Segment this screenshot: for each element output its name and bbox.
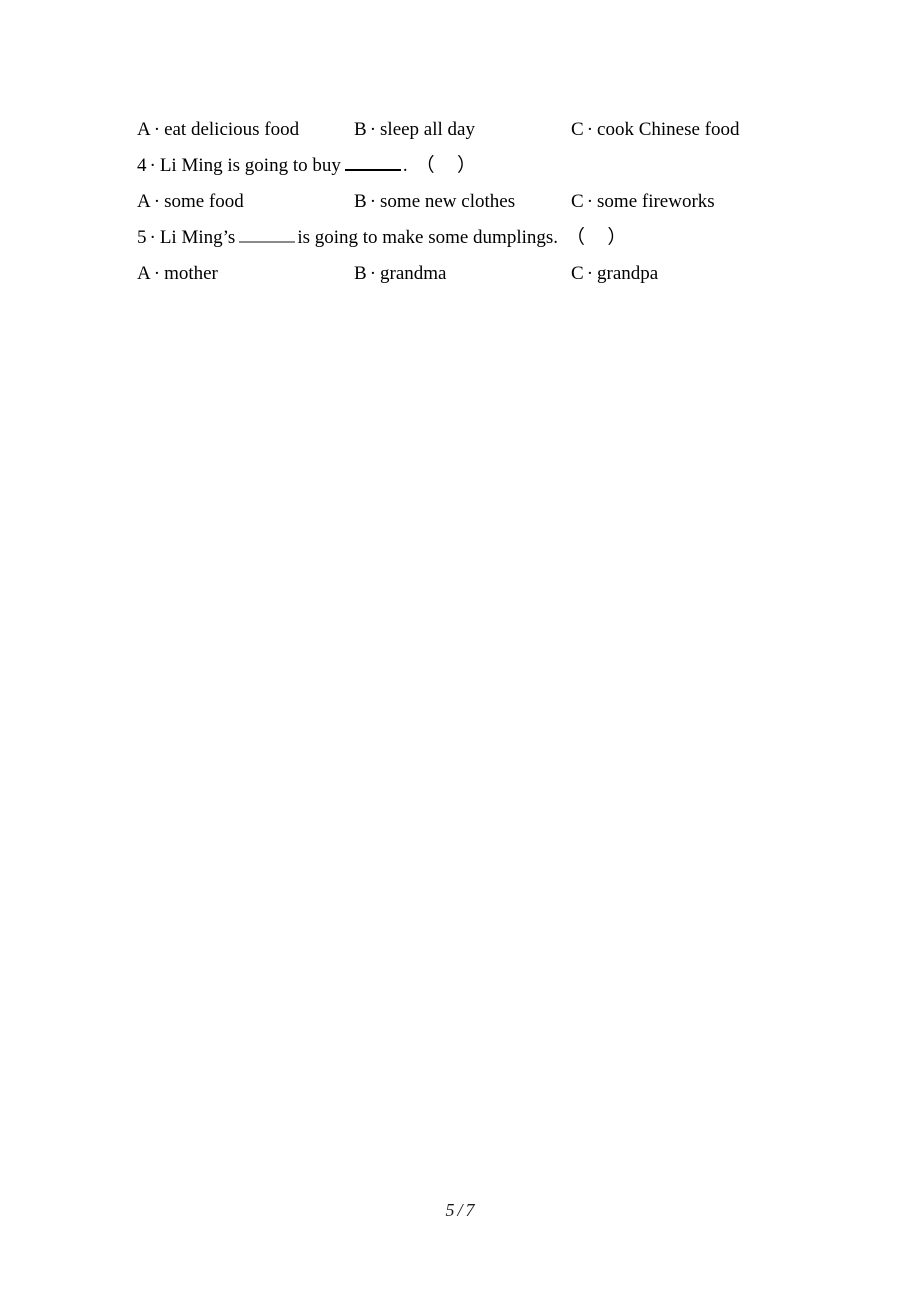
option-text: cook Chinese food	[597, 119, 740, 140]
question-4: 4 · Li Ming is going to buy. （）	[137, 148, 797, 184]
page-number-separator: /	[457, 1200, 463, 1220]
option-separator: ·	[369, 119, 377, 140]
option-a[interactable]: A · eat delicious food	[137, 112, 299, 148]
paren-open: （	[566, 227, 586, 248]
question-number: 4	[137, 155, 147, 176]
page-number-total: 7	[465, 1200, 475, 1220]
option-b[interactable]: B · some new clothes	[354, 184, 515, 220]
option-separator: ·	[369, 263, 377, 284]
answer-blank[interactable]	[239, 227, 296, 243]
option-a[interactable]: A · mother	[137, 256, 218, 292]
option-text: grandma	[380, 263, 447, 284]
option-c[interactable]: C · some fireworks	[571, 184, 715, 220]
option-text: some food	[164, 191, 244, 212]
question-5: 5 · Li Ming’s is going to make some dumplin…	[137, 220, 797, 256]
paren-open: （	[415, 155, 436, 176]
answer-parenthesis[interactable]: （）	[408, 148, 477, 184]
option-c[interactable]: C · grandpa	[571, 256, 658, 292]
option-letter: C	[571, 263, 584, 284]
exam-question-list: A · eat delicious food B · sleep all day C · c…	[137, 112, 797, 292]
page-footer: 5/7	[0, 1200, 920, 1221]
answer-parenthesis[interactable]: （）	[558, 220, 627, 256]
answer-blank[interactable]	[344, 155, 401, 171]
option-letter: A	[137, 263, 151, 284]
option-letter: B	[354, 263, 367, 284]
options-row-3: A · eat delicious food B · sleep all day C · c…	[137, 112, 797, 148]
option-letter: B	[354, 119, 367, 140]
option-text: eat delicious food	[164, 119, 300, 140]
option-text: sleep all day	[380, 119, 475, 140]
question-text-before: Li Ming’s	[159, 227, 236, 248]
question-text-before: Li Ming is going to buy	[159, 155, 341, 176]
option-c[interactable]: C · cook Chinese food	[571, 112, 740, 148]
option-separator: ·	[586, 263, 594, 284]
options-row-5: A · mother B · grandma C · grandpa	[137, 256, 797, 292]
options-row-4: A · some food B · some new clothes C · some fi…	[137, 184, 797, 220]
option-letter: B	[354, 191, 367, 212]
option-text: grandpa	[597, 263, 659, 284]
option-text: some new clothes	[380, 191, 516, 212]
option-separator: ·	[153, 263, 161, 284]
question-separator: ·	[149, 227, 156, 248]
option-text: some fireworks	[597, 191, 715, 212]
paren-close: ）	[607, 227, 627, 248]
option-letter: A	[137, 191, 151, 212]
option-a[interactable]: A · some food	[137, 184, 244, 220]
option-separator: ·	[153, 119, 161, 140]
option-b[interactable]: B · sleep all day	[354, 112, 475, 148]
document-page: A · eat delicious food B · sleep all day C · c…	[0, 0, 920, 1302]
option-text: mother	[164, 263, 218, 284]
question-separator: ·	[149, 155, 156, 176]
option-letter: C	[571, 191, 584, 212]
option-separator: ·	[153, 191, 161, 212]
option-letter: C	[571, 119, 584, 140]
question-number: 5	[137, 227, 147, 248]
option-separator: ·	[586, 191, 594, 212]
option-separator: ·	[369, 191, 377, 212]
option-letter: A	[137, 119, 151, 140]
option-b[interactable]: B · grandma	[354, 256, 447, 292]
paren-close: ）	[457, 155, 477, 176]
question-text-after: is going to make some dumplings.	[297, 227, 559, 248]
option-separator: ·	[586, 119, 594, 140]
